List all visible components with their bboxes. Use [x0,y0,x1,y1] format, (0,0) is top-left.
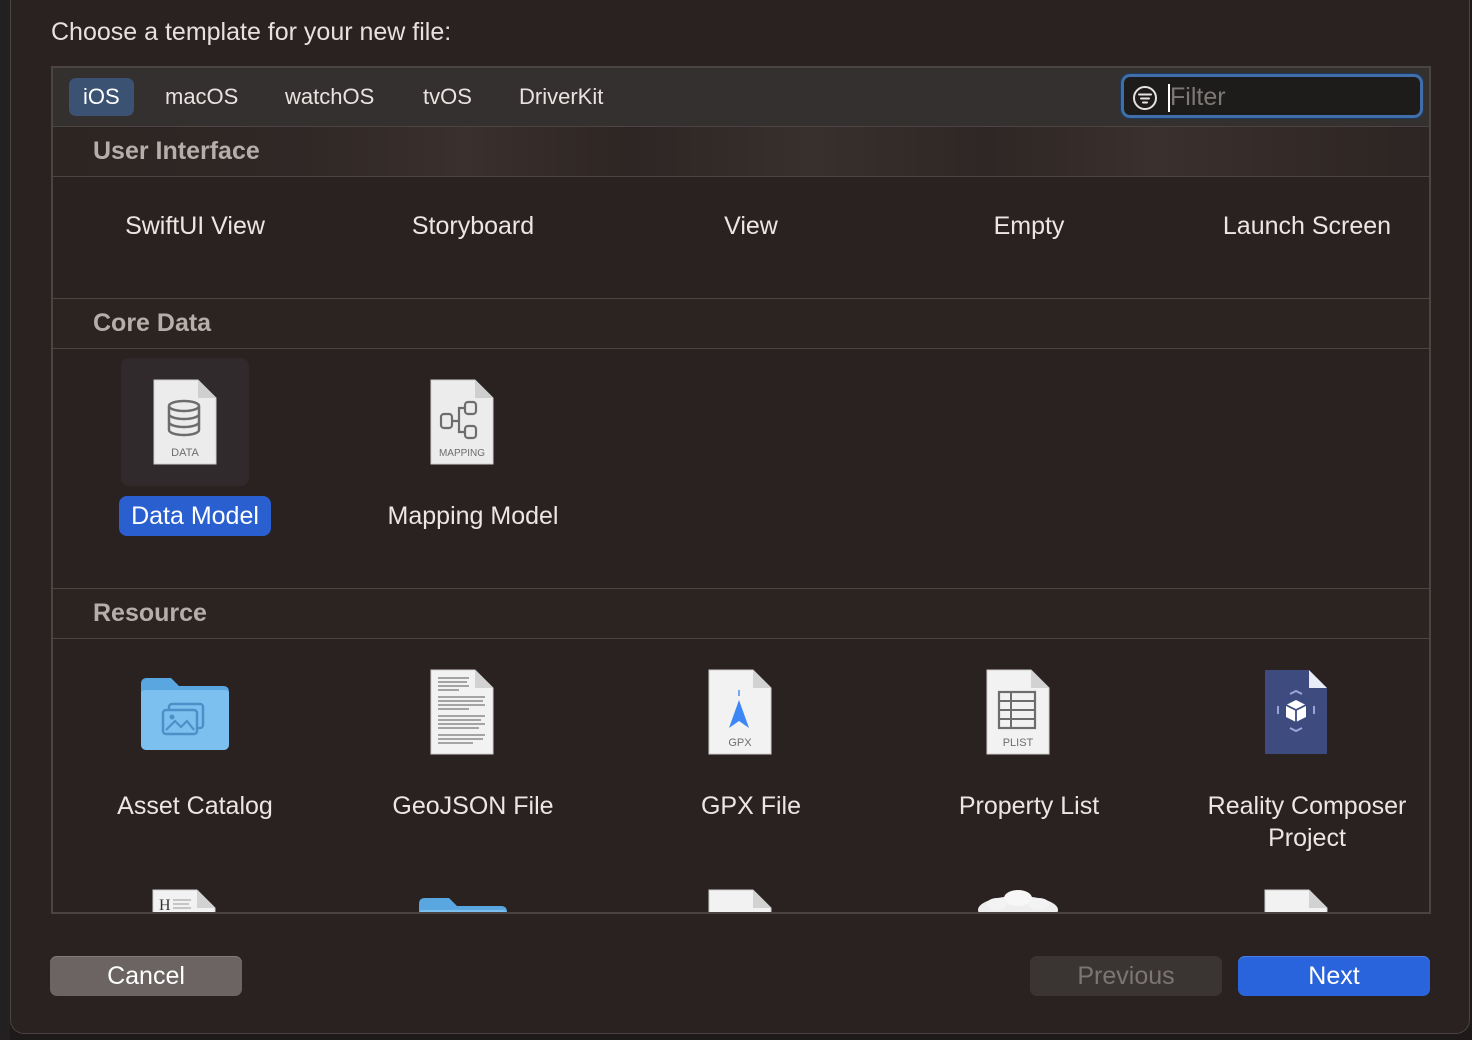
filter-input[interactable] [1170,79,1410,115]
gpx-document-icon: GPX [708,669,772,755]
icon-caption: DATA [171,447,199,459]
template-label: Asset Catalog [117,792,273,820]
template-label: Empty [993,212,1065,240]
new-file-sheet: Choose a template for your new file: iOS… [10,0,1470,1034]
template-label: Reality Composer Project [1196,786,1419,858]
template-asset-catalog[interactable]: Asset Catalog [56,786,334,826]
template-label: Launch Screen [1222,212,1392,240]
tab-watchos[interactable]: watchOS [271,78,388,116]
icon-caption: MAPPING [439,448,485,459]
next-button[interactable]: Next [1238,956,1430,996]
template-view[interactable]: View [612,206,890,246]
tab-macos[interactable]: macOS [151,78,252,116]
tab-tvos[interactable]: tvOS [409,78,486,116]
label-line-1: Reality Composer [1207,792,1407,820]
section-title: Core Data [93,309,212,337]
platform-tab-bar: iOS macOS watchOS tvOS DriverKit [53,68,1429,127]
window-edge [0,0,10,1040]
section-header-resource: Resource [53,588,1429,639]
cancel-button[interactable]: Cancel [50,956,242,996]
icon-caption: GPX [728,737,752,749]
template-label: Mapping Model [387,502,559,530]
document-icon [708,889,772,912]
template-mapping-model[interactable]: Mapping Model [334,496,612,536]
filter-field[interactable] [1121,74,1423,118]
template-swiftui-view[interactable]: SwiftUI View [56,206,334,246]
data-model-icon-highlight[interactable]: DATA [121,358,249,486]
section-title: User Interface [93,137,260,165]
template-launch-screen[interactable]: Launch Screen [1168,206,1429,246]
template-reality-composer-project[interactable]: Reality Composer Project [1168,786,1429,858]
template-label: Data Model [119,496,271,536]
template-label: Storyboard [411,212,535,240]
document-icon [1264,889,1328,912]
template-label: GeoJSON File [392,792,554,820]
template-label: View [724,212,778,240]
template-data-model[interactable]: Data Model [56,496,334,536]
folder-icon [419,898,507,912]
section-header-core-data: Core Data [53,298,1429,349]
template-label: GPX File [700,792,802,820]
template-empty[interactable]: Empty [890,206,1168,246]
template-storyboard[interactable]: Storyboard [334,206,612,246]
cloud-shape-icon [978,890,1058,912]
html-document-icon: H [152,889,216,914]
database-icon: DATA [153,379,217,465]
reality-composer-icon [1265,670,1327,754]
template-property-list[interactable]: Property List [890,786,1168,826]
label-line-2: Project [1268,824,1346,852]
template-geojson-file[interactable]: GeoJSON File [334,786,612,826]
sheet-title: Choose a template for your new file: [51,18,452,46]
section-header-user-interface: User Interface [53,126,1429,177]
template-gpx-file[interactable]: GPX File [612,786,890,826]
filter-icon [1133,86,1157,110]
tab-driverkit[interactable]: DriverKit [505,78,617,116]
icon-caption: PLIST [1003,737,1034,749]
template-chooser: iOS macOS watchOS tvOS DriverKit User In… [51,66,1431,914]
mapping-icon: MAPPING [430,379,494,465]
template-label: Property List [958,792,1100,820]
svg-text:H: H [159,897,171,914]
plist-document-icon: PLIST [986,669,1050,755]
tab-ios[interactable]: iOS [69,78,134,116]
text-document-icon [430,669,494,755]
previous-button[interactable]: Previous [1030,956,1222,996]
section-title: Resource [93,599,207,627]
template-label: SwiftUI View [125,212,265,240]
folder-photos-icon [141,678,229,750]
